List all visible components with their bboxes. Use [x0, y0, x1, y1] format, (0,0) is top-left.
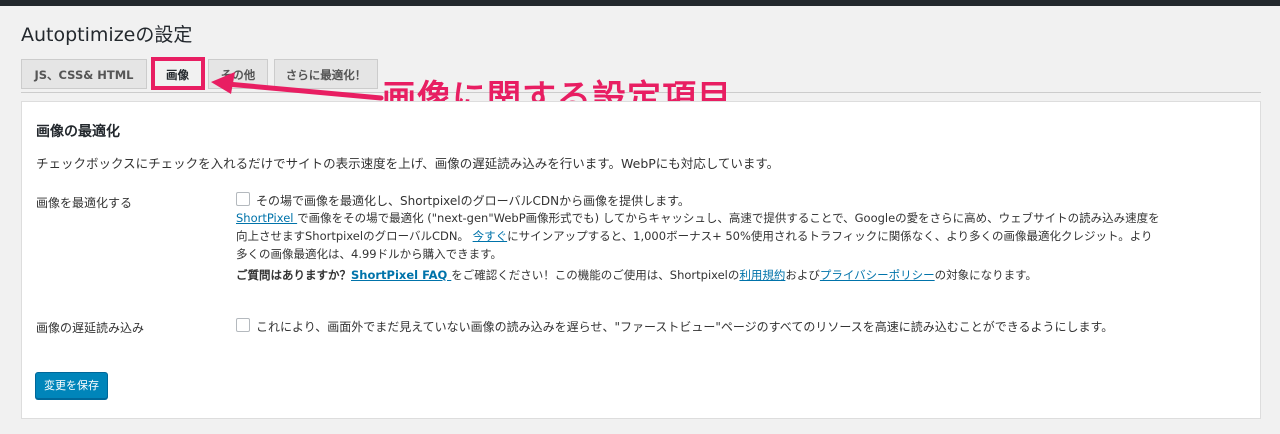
top-bar	[0, 0, 1280, 6]
tab-js-css-html[interactable]: JS、CSS& HTML	[21, 59, 147, 89]
settings-panel: 画像の最適化 チェックボックスにチェックを入れるだけでサイトの表示速度を上げ、画…	[21, 101, 1261, 419]
optimize-images-checkbox[interactable]	[236, 192, 250, 206]
faq-link[interactable]: ShortPixel FAQ	[351, 268, 451, 282]
info-line-2-rest: にサインアップすると、1,000ボーナス+ 50%使用されるトラフィックに関係な…	[507, 229, 1153, 243]
info-line-2: 向上させますShortpixelのグローバルCDN。 今すぐにサインアップすると…	[236, 227, 1236, 245]
lazyload-label: 画像の遅延読み込み	[36, 321, 145, 335]
faq-and-text: および	[785, 268, 820, 282]
faq-question: ご質問はありますか？	[236, 268, 351, 282]
info-line-1-text: で画像をその場で最適化 ("next-gen"WebP画像形式でも) してからキ…	[297, 211, 1160, 225]
faq-end-text: の対象になります。	[934, 268, 1038, 282]
signup-now-link[interactable]: 今すぐ	[473, 229, 508, 243]
privacy-policy-link[interactable]: プライバシーポリシー	[820, 268, 935, 282]
shortpixel-link[interactable]: ShortPixel	[236, 211, 297, 225]
optimize-images-label: 画像を最適化する	[36, 196, 133, 210]
shortpixel-info: ShortPixel で画像をその場で最適化 ("next-gen"WebP画像…	[236, 209, 1236, 284]
info-line-3: 多くの画像最適化は、4.99ドルから購入できます。	[236, 247, 502, 261]
save-changes-button[interactable]: 変更を保存	[35, 372, 108, 399]
annotation-highlight-box	[151, 57, 205, 90]
info-line-1: ShortPixel で画像をその場で最適化 ("next-gen"WebP画像…	[236, 209, 1236, 227]
lazyload-checkbox[interactable]	[236, 318, 250, 332]
optimize-images-text: その場で画像を最適化し、ShortpixelのグローバルCDNから画像を提供しま…	[256, 194, 690, 208]
lazyload-text: これにより、画面外でまだ見えていない画像の読み込みを遅らせ、"ファーストビュー"…	[256, 320, 1114, 334]
section-title: 画像の最適化	[36, 124, 120, 140]
section-description: チェックボックスにチェックを入れるだけでサイトの表示速度を上げ、画像の遅延読み込…	[36, 156, 780, 171]
info-faq-line: ご質問はありますか？ShortPixel FAQ をご確認ください！この機能のご…	[236, 266, 1236, 284]
page-title: Autoptimizeの設定	[21, 24, 193, 46]
faq-mid-text: をご確認ください！この機能のご使用は、Shortpixelの	[451, 268, 740, 282]
terms-link[interactable]: 利用規約	[739, 268, 785, 282]
info-line-2-start: 向上させますShortpixelのグローバルCDN。	[236, 229, 469, 243]
